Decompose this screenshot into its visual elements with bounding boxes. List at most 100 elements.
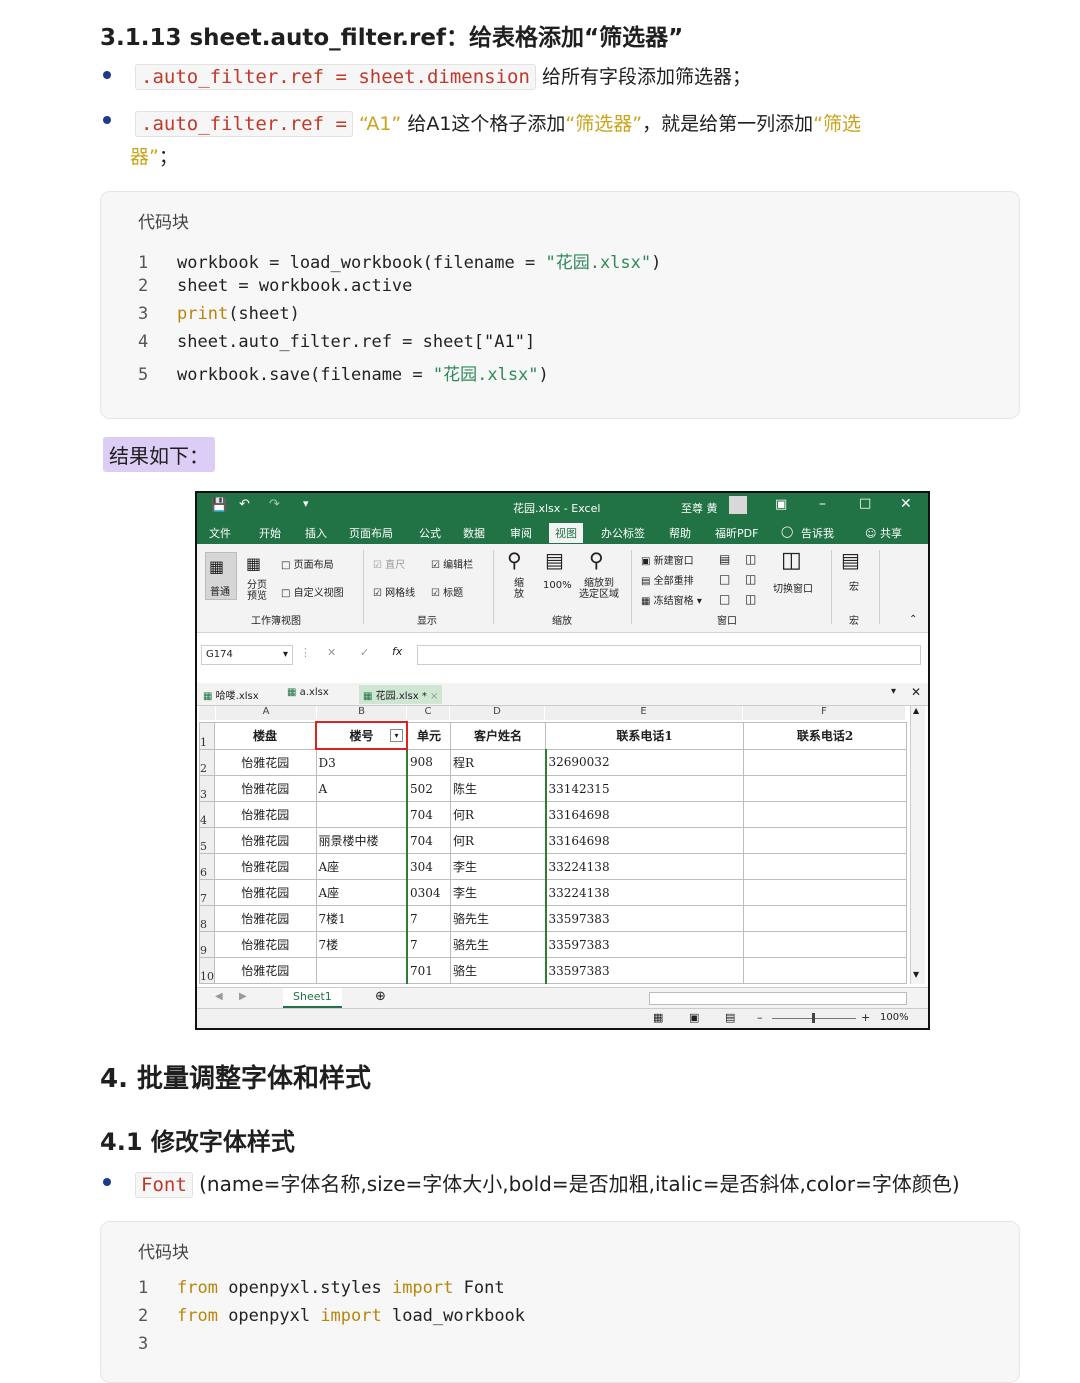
cell[interactable] — [743, 827, 907, 854]
unhide-icon[interactable]: □ — [719, 592, 730, 606]
next-sheet-icon[interactable]: ▶ — [239, 991, 247, 1002]
freeze-panes-button[interactable]: ▦ 冻结窗格 ▾ — [641, 592, 702, 607]
cell[interactable]: 701 — [406, 957, 451, 984]
cell[interactable] — [743, 957, 907, 984]
formula-input[interactable] — [417, 645, 921, 665]
cell[interactable]: 李生 — [450, 879, 546, 906]
cell[interactable]: 33164698 — [544, 801, 744, 828]
tab-insert[interactable]: 插入 — [305, 525, 327, 541]
headings-checkbox[interactable]: ☑ 标题 — [431, 584, 463, 599]
cell[interactable] — [743, 853, 907, 880]
cell[interactable]: 704 — [406, 801, 451, 828]
switch-windows-label[interactable]: 切换窗口 — [773, 580, 813, 595]
lightbulb-icon[interactable]: ◯ — [781, 525, 793, 538]
cell[interactable]: 33224138 — [544, 853, 744, 880]
header-cell[interactable]: 联系电话1 — [545, 721, 744, 750]
zoom-button-label[interactable]: 缩 放 — [514, 578, 524, 600]
save-icon[interactable]: 💾 — [211, 498, 227, 513]
cell[interactable] — [315, 957, 408, 984]
cell[interactable]: 怡雅花园 — [214, 957, 317, 984]
insert-function-icon[interactable]: fx — [392, 645, 402, 658]
hide-icon[interactable]: □ — [719, 572, 730, 586]
scroll-down-icon[interactable]: ▼ — [913, 970, 919, 979]
vertical-scrollbar[interactable]: ▲ ▼ — [910, 706, 925, 984]
file-tab-active[interactable]: ▦ 花园.xlsx * × — [359, 685, 443, 704]
cell[interactable]: 怡雅花园 — [214, 775, 317, 802]
row-number[interactable]: 5 — [199, 827, 215, 854]
split-icon[interactable]: ▤ — [719, 552, 730, 566]
zoom-out-icon[interactable]: – — [757, 1011, 763, 1024]
tab-home[interactable]: 开始 — [259, 525, 281, 541]
page-layout-status-icon[interactable]: ▣ — [689, 1011, 699, 1024]
cell[interactable]: 骆生 — [450, 957, 546, 984]
page-break-preview-button[interactable]: ▦ 分页 预览 — [243, 552, 273, 608]
cell[interactable]: 33224138 — [544, 879, 744, 906]
file-tab-1[interactable]: ▦ 哈喽.xlsx — [203, 687, 259, 702]
cell[interactable]: 33597383 — [544, 905, 744, 932]
row-number[interactable]: 6 — [199, 853, 215, 880]
row-number[interactable]: 8 — [199, 905, 215, 932]
gridlines-checkbox[interactable]: ☑ 网格线 — [373, 584, 415, 599]
page-break-status-icon[interactable]: ▤ — [725, 1011, 735, 1024]
close-icon[interactable]: ✕ — [900, 496, 912, 512]
cell[interactable]: 33142315 — [544, 775, 744, 802]
cell[interactable]: 骆先生 — [450, 931, 546, 958]
cell[interactable]: 33597383 — [544, 957, 744, 984]
cell[interactable]: 骆先生 — [450, 905, 546, 932]
tab-data[interactable]: 数据 — [463, 525, 485, 541]
sheet-tab[interactable]: Sheet1 — [283, 988, 342, 1008]
tab-view[interactable]: 视图 — [549, 523, 583, 543]
formula-bar-checkbox[interactable]: ☑ 编辑栏 — [431, 556, 473, 571]
row-number[interactable]: 4 — [199, 801, 215, 828]
row-number[interactable]: 2 — [199, 748, 215, 776]
cell[interactable]: 7 — [406, 931, 451, 958]
cell[interactable]: 502 — [406, 775, 451, 802]
tab-help[interactable]: 帮助 — [669, 525, 691, 541]
cell[interactable]: 怡雅花园 — [214, 801, 317, 828]
close-tab-icon[interactable]: × — [430, 691, 438, 702]
tab-tell-me[interactable]: 告诉我 — [801, 525, 834, 541]
column-header-f[interactable]: F — [743, 706, 905, 720]
cell[interactable]: 33164698 — [544, 827, 744, 854]
cell[interactable]: 陈生 — [450, 775, 546, 802]
enter-icon[interactable]: ✓ — [360, 646, 369, 659]
zoom-in-icon[interactable]: + — [861, 1011, 870, 1024]
prev-sheet-icon[interactable]: ◀ — [215, 991, 223, 1002]
column-header-c[interactable]: C — [407, 706, 449, 720]
header-cell[interactable]: 联系电话2 — [743, 721, 907, 750]
tab-review[interactable]: 审阅 — [510, 525, 532, 541]
cell[interactable]: 7楼 — [315, 931, 408, 958]
cancel-icon[interactable]: ✕ — [327, 646, 336, 659]
zoom-selection-label[interactable]: 缩放到 选定区域 — [579, 578, 619, 600]
column-header-e[interactable]: E — [545, 706, 742, 720]
cell[interactable]: 程R — [450, 748, 546, 776]
zoom-100-icon[interactable]: ▤ — [545, 548, 564, 572]
cell[interactable]: 何R — [450, 827, 546, 854]
customize-qat-icon[interactable]: ▾ — [303, 497, 309, 510]
cell[interactable]: A座 — [315, 879, 408, 906]
filter-header-cell[interactable]: 楼号 ▾ — [315, 721, 408, 750]
cell[interactable]: 32690032 — [544, 748, 744, 776]
cell[interactable] — [315, 801, 408, 828]
share-button[interactable]: ☺ 共享 — [865, 525, 902, 541]
cell[interactable]: D3 — [315, 748, 408, 776]
cell[interactable] — [743, 748, 907, 776]
tab-formulas[interactable]: 公式 — [419, 525, 441, 541]
header-cell[interactable]: 楼盘 — [214, 721, 317, 750]
cell[interactable]: 7 — [406, 905, 451, 932]
filter-dropdown-icon[interactable]: ▾ — [390, 729, 403, 742]
column-header-d[interactable]: D — [450, 706, 544, 720]
zoom-icon[interactable]: ⚲ — [507, 548, 522, 572]
column-header-a[interactable]: A — [216, 706, 316, 720]
tab-office-tab[interactable]: 办公标签 — [601, 525, 645, 541]
row-number[interactable]: 9 — [199, 931, 215, 958]
page-layout-button[interactable]: □ 页面布局 — [281, 556, 334, 571]
arrange-all-button[interactable]: ▤ 全部重排 — [641, 572, 694, 587]
normal-view-status-icon[interactable]: ▦ — [653, 1011, 663, 1024]
add-sheet-icon[interactable]: ⊕ — [375, 989, 386, 1004]
cell[interactable]: 7楼1 — [315, 905, 408, 932]
custom-views-button[interactable]: □ 自定义视图 — [281, 584, 344, 599]
collapse-ribbon-icon[interactable]: ⌃ — [909, 614, 917, 625]
cell[interactable]: 908 — [406, 748, 451, 776]
zoom-slider-thumb[interactable] — [812, 1013, 815, 1023]
